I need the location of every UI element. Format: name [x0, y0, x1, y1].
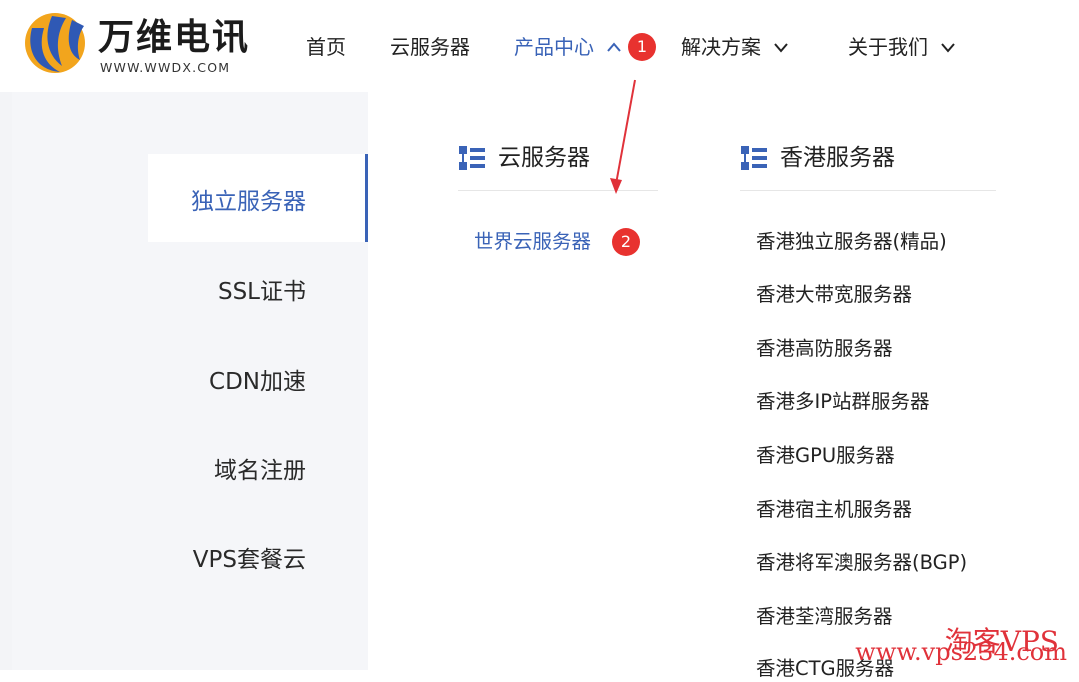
watermark-url: www.vps234.com — [855, 638, 1067, 666]
nav-item-cloud-server[interactable]: 云服务器 — [390, 32, 470, 62]
column-title: 云服务器 — [498, 145, 590, 171]
brand-url: WWW.WWDX.COM — [100, 60, 231, 75]
sidebar-item-dedicated-server[interactable]: 独立服务器 — [191, 182, 306, 216]
step-badge-2: 2 — [612, 228, 640, 256]
nav-item-products[interactable]: 产品中心 — [514, 32, 622, 62]
nav-item-home[interactable]: 首页 — [306, 32, 346, 62]
link-hk-dedicated[interactable]: 香港独立服务器(精品) — [756, 229, 947, 255]
link-hk-ddos[interactable]: 香港高防服务器 — [756, 336, 893, 362]
link-world-cloud-server[interactable]: 世界云服务器 — [474, 229, 591, 255]
annotation-arrow — [610, 79, 636, 194]
nav-item-about[interactable]: 关于我们 — [848, 32, 956, 62]
watermark: 淘客VPS www.vps234.com — [855, 620, 1067, 668]
sidebar-item-label: SSL证书 — [217, 279, 306, 305]
nav-item-label: 云服务器 — [390, 35, 470, 59]
link-hk-multi-ip[interactable]: 香港多IP站群服务器 — [756, 389, 930, 415]
link-hk-gpu[interactable]: 香港GPU服务器 — [756, 443, 895, 469]
sidebar-item-cdn[interactable]: CDN加速 — [209, 362, 306, 396]
server-category-icon — [459, 146, 485, 170]
link-hk-host[interactable]: 香港宿主机服务器 — [756, 497, 912, 523]
chevron-up-icon — [607, 42, 622, 52]
nav-item-label: 产品中心 — [514, 35, 594, 59]
brand-logo-icon — [25, 13, 85, 73]
nav-item-label: 解决方案 — [681, 35, 761, 59]
sidebar-item-label: CDN加速 — [209, 369, 306, 395]
sidebar-item-domain[interactable]: 域名注册 — [214, 451, 306, 485]
link-hk-tko[interactable]: 香港将军澳服务器(BGP) — [756, 550, 967, 576]
column-title: 香港服务器 — [780, 145, 895, 171]
nav-item-label: 首页 — [306, 35, 346, 59]
nav-item-label: 关于我们 — [848, 35, 928, 59]
sidebar-item-vps[interactable]: VPS套餐云 — [193, 540, 306, 574]
sidebar-item-label: VPS套餐云 — [192, 547, 306, 573]
nav-item-solutions[interactable]: 解决方案 — [681, 32, 789, 62]
brand-logo[interactable]: 万维电讯 WWW.WWDX.COM — [22, 10, 262, 80]
category-sidebar: 独立服务器 SSL证书 CDN加速 域名注册 VPS套餐云 — [0, 92, 368, 670]
server-category-icon — [741, 146, 767, 170]
sidebar-item-label: 域名注册 — [214, 458, 306, 484]
sidebar-active-indicator — [365, 154, 368, 242]
top-header: 万维电讯 WWW.WWDX.COM 首页 云服务器 产品中心 1 解决方案 关于… — [0, 0, 1079, 92]
column-divider — [740, 190, 996, 191]
sidebar-item-ssl[interactable]: SSL证书 — [218, 272, 306, 306]
chevron-down-icon — [774, 43, 789, 53]
link-hk-bandwidth[interactable]: 香港大带宽服务器 — [756, 282, 912, 308]
sidebar-item-label: 独立服务器 — [191, 189, 306, 215]
brand-name: 万维电讯 — [98, 17, 251, 58]
step-badge-1: 1 — [628, 33, 656, 61]
chevron-down-icon — [941, 43, 956, 53]
